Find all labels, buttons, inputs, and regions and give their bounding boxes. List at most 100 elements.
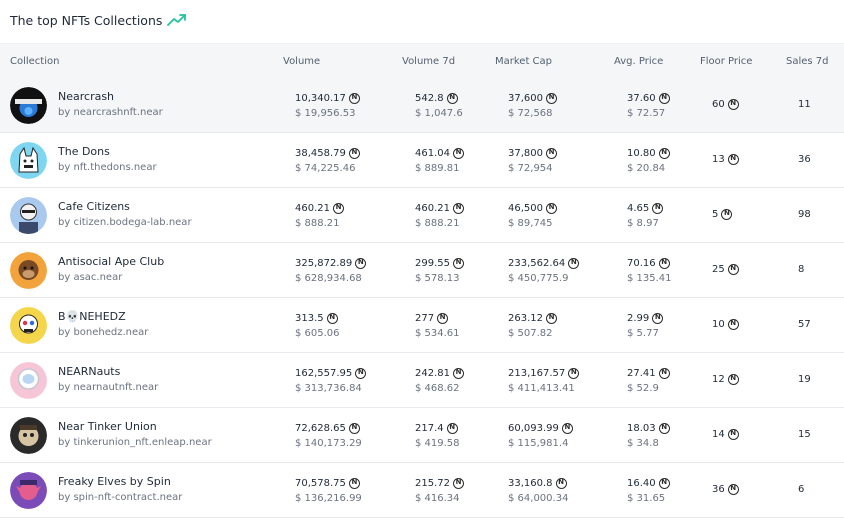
volume-near: 72,628.65	[295, 423, 346, 434]
market-cap-cell: 37,800 $ 72,954	[508, 147, 557, 174]
collection-owner: by asac.near	[58, 272, 123, 283]
sales-7d-cell: 15	[798, 429, 811, 440]
near-token-icon	[727, 99, 739, 110]
column-header-volume[interactable]: Volume	[283, 44, 320, 79]
table-row[interactable]: Antisocial Ape Club by asac.near 325,872…	[0, 243, 844, 298]
floor-price-cell: 5	[712, 209, 733, 220]
table-row[interactable]: Nearcrash by nearcrashnft.near 10,340.17…	[0, 78, 844, 133]
table-row[interactable]: Freaky Elves by Spin by spin-nft-contrac…	[0, 463, 844, 518]
market-cap-near: 233,562.64	[508, 258, 566, 269]
volume-cell: 38,458.79 $ 74,225.46	[295, 147, 360, 174]
near-token-icon	[658, 258, 670, 269]
volume-usd: $ 605.06	[295, 328, 340, 339]
near-token-icon	[453, 258, 464, 269]
volume-7d-near: 242.81	[415, 368, 450, 379]
volume-7d-near: 215.72	[415, 478, 450, 489]
market-cap-near: 60,093.99	[508, 423, 559, 434]
volume-usd: $ 19,956.53	[295, 108, 356, 119]
table-row[interactable]: Near Tinker Union by tinkerunion_nft.enl…	[0, 408, 844, 463]
market-cap-cell: 37,600 $ 72,568	[508, 92, 557, 119]
avg-price-usd: $ 20.84	[627, 163, 666, 174]
near-token-icon	[727, 319, 739, 330]
market-cap-cell: 263.12 $ 507.82	[508, 312, 557, 339]
avg-price-usd: $ 135.41	[627, 273, 672, 284]
collection-name[interactable]: B💀NEHEDZ	[58, 310, 126, 323]
table-row[interactable]: The Dons by nft.thedons.near 38,458.79 $…	[0, 133, 844, 188]
collection-avatar[interactable]	[10, 307, 47, 344]
column-header-collection[interactable]: Collection	[10, 44, 59, 79]
market-cap-near: 33,160.8	[508, 478, 553, 489]
sales-7d-cell: 11	[798, 99, 811, 110]
floor-price-near: 36	[712, 484, 725, 495]
avg-price-cell: 2.99 $ 5.77	[627, 312, 664, 339]
avg-price-near: 27.41	[627, 368, 656, 379]
avg-price-usd: $ 72.57	[627, 108, 666, 119]
collections-table: Collection Volume Volume 7d Market Cap A…	[0, 43, 844, 518]
collection-avatar[interactable]	[10, 142, 47, 179]
volume-7d-near: 542.8	[415, 93, 444, 104]
near-token-icon	[546, 313, 557, 324]
collection-owner: by citizen.bodega-lab.near	[58, 217, 192, 228]
collection-avatar[interactable]	[10, 197, 47, 234]
volume-cell: 10,340.17 $ 19,956.53	[295, 92, 360, 119]
volume-7d-near: 461.04	[415, 148, 450, 159]
near-token-icon	[546, 148, 557, 159]
avg-price-near: 70.16	[627, 258, 656, 269]
near-token-icon	[446, 93, 458, 104]
table-row[interactable]: Cafe Citizens by citizen.bodega-lab.near…	[0, 188, 844, 243]
market-cap-cell: 46,500 $ 89,745	[508, 202, 557, 229]
column-header-sales-7d[interactable]: Sales 7d	[786, 44, 829, 79]
collection-avatar[interactable]	[10, 417, 47, 454]
collection-avatar[interactable]	[10, 252, 47, 289]
column-header-volume-7d[interactable]: Volume 7d	[402, 44, 455, 79]
table-row[interactable]: NEARNauts by nearnautnft.near 162,557.95…	[0, 353, 844, 408]
near-token-icon	[453, 478, 464, 489]
near-token-icon	[568, 368, 580, 379]
collection-name[interactable]: The Dons	[58, 145, 110, 158]
column-header-market-cap[interactable]: Market Cap	[495, 44, 552, 79]
column-header-floor-price[interactable]: Floor Price	[700, 44, 752, 79]
market-cap-cell: 60,093.99 $ 115,981.4	[508, 422, 573, 449]
near-token-icon	[721, 209, 733, 220]
floor-price-cell: 12	[712, 374, 739, 385]
volume-7d-cell: 299.55 $ 578.13	[415, 257, 464, 284]
near-token-icon	[326, 313, 338, 324]
near-token-icon	[446, 423, 458, 434]
antisocial-ape-avatar-icon	[10, 252, 47, 289]
column-header-avg-price[interactable]: Avg. Price	[614, 44, 663, 79]
floor-price-cell: 60	[712, 99, 739, 110]
collection-name[interactable]: NEARNauts	[58, 365, 120, 378]
volume-7d-cell: 217.4 $ 419.58	[415, 422, 460, 449]
market-cap-near: 37,800	[508, 148, 543, 159]
collection-avatar[interactable]	[10, 472, 47, 509]
avg-price-usd: $ 31.65	[627, 493, 666, 504]
the-dons-avatar-icon	[10, 142, 47, 179]
collection-name[interactable]: Freaky Elves by Spin	[58, 475, 171, 488]
volume-7d-usd: $ 419.58	[415, 438, 460, 449]
sales-7d-cell: 36	[798, 154, 811, 165]
sales-7d-cell: 57	[798, 319, 811, 330]
near-token-icon	[546, 203, 557, 214]
volume-7d-usd: $ 888.21	[415, 218, 460, 229]
avg-price-near: 37.60	[627, 93, 656, 104]
near-token-icon	[453, 368, 464, 379]
avg-price-cell: 10.80 $ 20.84	[627, 147, 670, 174]
collection-name[interactable]: Antisocial Ape Club	[58, 255, 164, 268]
collection-owner: by bonehedz.near	[58, 327, 149, 338]
floor-price-cell: 36	[712, 484, 739, 495]
floor-price-near: 13	[712, 154, 725, 165]
avg-price-cell: 27.41 $ 52.9	[627, 367, 670, 394]
avg-price-near: 4.65	[627, 203, 650, 214]
collection-name[interactable]: Nearcrash	[58, 90, 114, 103]
collection-avatar[interactable]	[10, 87, 47, 124]
collection-owner: by nearcrashnft.near	[58, 107, 163, 118]
collection-avatar[interactable]	[10, 362, 47, 399]
near-token-icon	[658, 423, 670, 434]
volume-usd: $ 74,225.46	[295, 163, 356, 174]
collection-name[interactable]: Near Tinker Union	[58, 420, 157, 433]
floor-price-near: 10	[712, 319, 725, 330]
near-token-icon	[348, 148, 360, 159]
table-row[interactable]: B💀NEHEDZ by bonehedz.near 313.5 $ 605.06…	[0, 298, 844, 353]
volume-usd: $ 888.21	[295, 218, 340, 229]
collection-name[interactable]: Cafe Citizens	[58, 200, 130, 213]
